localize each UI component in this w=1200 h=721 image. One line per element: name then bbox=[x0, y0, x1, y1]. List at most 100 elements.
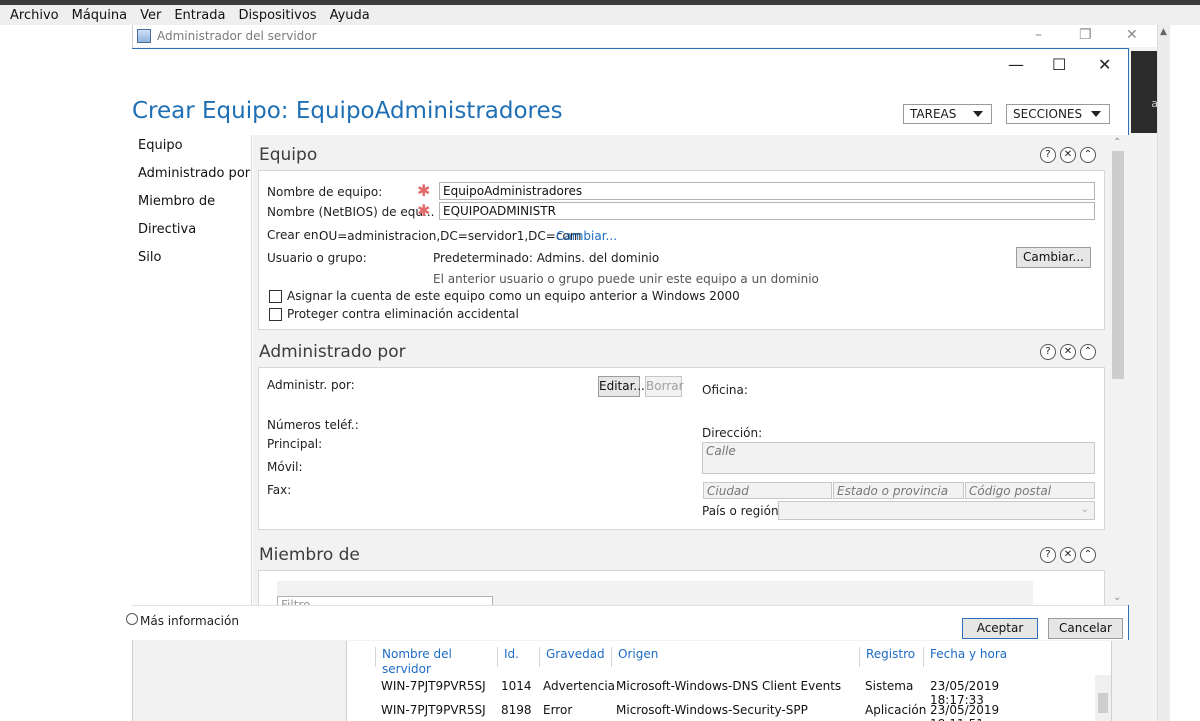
office-label: Oficina: bbox=[702, 383, 748, 397]
server-manager-scrollbar[interactable]: ▲ bbox=[1157, 25, 1170, 721]
change-user-group-button[interactable]: Cambiar... bbox=[1016, 247, 1091, 268]
create-in-value: OU=administracion,DC=servidor1,DC=com bbox=[319, 229, 582, 243]
section-title-equipo: Equipo bbox=[259, 145, 318, 165]
collapse-icon[interactable]: ⌃ bbox=[1080, 344, 1096, 360]
state-input[interactable]: Estado o provincia bbox=[833, 482, 964, 499]
section-title-miembro-de: Miembro de bbox=[259, 545, 360, 565]
protect-deletion-checkbox[interactable] bbox=[269, 308, 282, 321]
pre-windows-2000-label: Asignar la cuenta de este equipo como un… bbox=[287, 289, 740, 303]
close-section-icon[interactable]: ✕ bbox=[1060, 547, 1076, 563]
event-date: 23/05/2019 18:11:51 bbox=[930, 703, 1000, 721]
nav-item-equipo[interactable]: Equipo bbox=[132, 135, 251, 163]
menu-entrada[interactable]: Entrada bbox=[174, 8, 225, 23]
netbios-name-label: Nombre (NetBIOS) de equ... bbox=[267, 205, 435, 219]
help-icon[interactable]: ? bbox=[1040, 344, 1056, 360]
close-icon[interactable]: ✕ bbox=[1126, 27, 1138, 43]
tasks-dropdown[interactable]: TAREAS bbox=[903, 104, 992, 124]
user-group-label: Usuario o grupo: bbox=[267, 251, 367, 265]
close-section-icon[interactable]: ✕ bbox=[1060, 344, 1076, 360]
menu-ver[interactable]: Ver bbox=[140, 8, 161, 23]
create-computer-dialog: — ☐ ✕ Crear Equipo: EquipoAdministradore… bbox=[126, 48, 1129, 640]
sections-dropdown[interactable]: SECCIONES bbox=[1006, 104, 1110, 124]
close-section-icon[interactable]: ✕ bbox=[1060, 147, 1076, 163]
accept-button[interactable]: Aceptar bbox=[962, 618, 1038, 639]
event-origin: Microsoft-Windows-Security-SPP bbox=[616, 703, 808, 717]
scroll-down-icon[interactable]: ⌄ bbox=[1113, 592, 1121, 603]
more-info-toggle[interactable]: Más información bbox=[140, 614, 239, 628]
nav-item-silo[interactable]: Silo bbox=[132, 247, 251, 275]
section-nav: Equipo Administrado por Miembro de Direc… bbox=[132, 135, 252, 605]
dialog-close-icon[interactable]: ✕ bbox=[1098, 55, 1111, 74]
main-phone-label: Principal: bbox=[267, 437, 323, 451]
table-row[interactable]: WIN-7PJT9PVR5SJ 8198 Error Microsoft-Win… bbox=[381, 703, 1050, 721]
scroll-up-icon[interactable]: ⌃ bbox=[1113, 137, 1121, 148]
section-controls: ? ✕ ⌃ bbox=[1040, 344, 1096, 360]
section-controls: ? ✕ ⌃ bbox=[1040, 547, 1096, 563]
minimize-icon[interactable]: – bbox=[1035, 27, 1042, 43]
menu-ayuda[interactable]: Ayuda bbox=[330, 8, 370, 23]
content-scroll-thumb[interactable] bbox=[1112, 151, 1124, 379]
server-manager-title: Administrador del servidor bbox=[157, 29, 317, 43]
event-severity: Error bbox=[543, 703, 573, 717]
street-input[interactable]: Calle bbox=[702, 442, 1095, 474]
managed-by-label: Administr. por: bbox=[267, 378, 355, 392]
col-origin[interactable]: Origen bbox=[611, 647, 859, 667]
section-title-administrado-por: Administrado por bbox=[259, 342, 406, 362]
nav-item-directiva[interactable]: Directiva bbox=[132, 219, 251, 247]
nav-item-miembro-de[interactable]: Miembro de bbox=[132, 191, 251, 219]
col-server-name[interactable]: Nombre del servidor bbox=[375, 647, 497, 676]
computer-name-input[interactable]: EquipoAdministradores bbox=[439, 182, 1095, 200]
zip-input[interactable]: Código postal bbox=[965, 482, 1095, 499]
expand-icon[interactable] bbox=[126, 613, 138, 625]
help-icon[interactable]: ? bbox=[1040, 547, 1056, 563]
dialog-footer: Más información Aceptar Cancelar bbox=[126, 605, 1128, 640]
required-icon: ✱ bbox=[417, 201, 431, 220]
col-severity[interactable]: Gravedad bbox=[539, 647, 611, 667]
col-log[interactable]: Registro bbox=[859, 647, 923, 667]
help-icon[interactable]: ? bbox=[1040, 147, 1056, 163]
restore-icon[interactable]: ❐ bbox=[1079, 27, 1092, 43]
menu-maquina[interactable]: Máquina bbox=[72, 8, 128, 23]
city-input[interactable]: Ciudad bbox=[703, 482, 832, 499]
vm-menubar: Archivo Máquina Ver Entrada Dispositivos… bbox=[0, 5, 1200, 25]
event-id: 8198 bbox=[501, 703, 532, 717]
tasks-dropdown-label: TAREAS bbox=[910, 107, 957, 121]
change-ou-link[interactable]: Cambiar... bbox=[556, 229, 617, 243]
menu-archivo[interactable]: Archivo bbox=[10, 8, 59, 23]
address-label: Dirección: bbox=[702, 426, 763, 440]
pre-windows-2000-checkbox[interactable] bbox=[269, 290, 282, 303]
user-group-value: Predeterminado: Admins. del dominio bbox=[433, 251, 660, 265]
events-scrollbar[interactable] bbox=[1095, 675, 1111, 721]
sections-content: Equipo ? ✕ ⌃ Nombre de equipo: ✱ EquipoA… bbox=[253, 135, 1129, 605]
nav-item-administrado-por[interactable]: Administrado por bbox=[132, 163, 251, 191]
cancel-button[interactable]: Cancelar bbox=[1048, 618, 1123, 639]
scroll-up-icon[interactable]: ▲ bbox=[1160, 27, 1167, 37]
event-server: WIN-7PJT9PVR5SJ bbox=[381, 703, 486, 717]
page-title: Crear Equipo: EquipoAdministradores bbox=[132, 98, 563, 124]
netbios-name-input[interactable]: EQUIPOADMINISTR bbox=[439, 202, 1095, 220]
clear-button[interactable]: Borrar bbox=[645, 376, 684, 397]
collapse-icon[interactable]: ⌃ bbox=[1080, 547, 1096, 563]
chevron-down-icon bbox=[973, 111, 983, 117]
country-select[interactable]: ⌄ bbox=[778, 501, 1095, 520]
mobile-label: Móvil: bbox=[267, 460, 303, 474]
events-panel: Nombre del servidor Id. Gravedad Origen … bbox=[346, 641, 1112, 721]
member-of-list: Filtro bbox=[277, 581, 1033, 605]
events-scroll-thumb[interactable] bbox=[1098, 693, 1108, 713]
country-label: País o región: bbox=[702, 504, 783, 518]
dashboard-dark-band: a bbox=[1131, 51, 1158, 133]
menu-dispositivos[interactable]: Dispositivos bbox=[238, 8, 316, 23]
content-scrollbar[interactable]: ⌃ ⌄ bbox=[1107, 135, 1129, 605]
dialog-maximize-icon[interactable]: ☐ bbox=[1052, 55, 1066, 74]
filter-input[interactable]: Filtro bbox=[277, 596, 493, 605]
col-date[interactable]: Fecha y hora bbox=[923, 647, 1035, 667]
create-in-label: Crear en: bbox=[267, 228, 323, 242]
dialog-minimize-icon[interactable]: — bbox=[1008, 55, 1024, 74]
edit-button[interactable]: Editar... bbox=[598, 376, 645, 397]
event-log: Aplicación bbox=[865, 703, 927, 717]
section-controls: ? ✕ ⌃ bbox=[1040, 147, 1096, 163]
collapse-icon[interactable]: ⌃ bbox=[1080, 147, 1096, 163]
required-icon: ✱ bbox=[417, 181, 431, 200]
col-id[interactable]: Id. bbox=[497, 647, 539, 667]
user-group-hint: El anterior usuario o grupo puede unir e… bbox=[433, 272, 819, 286]
